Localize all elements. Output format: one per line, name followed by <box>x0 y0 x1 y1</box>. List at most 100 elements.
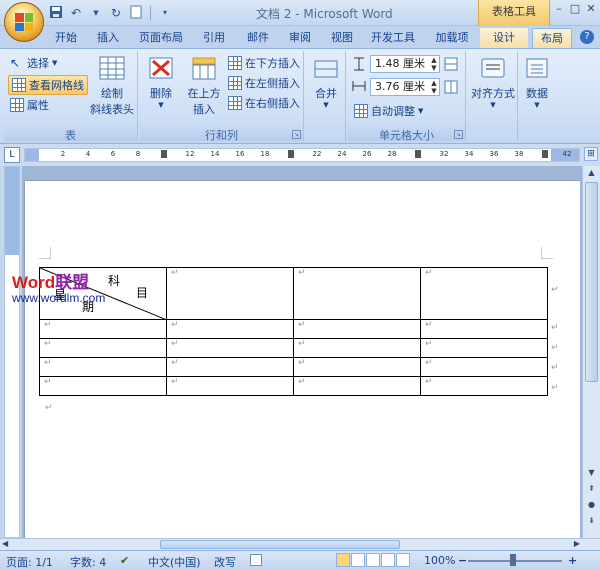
properties-button[interactable]: 属性 <box>10 97 49 113</box>
zoom-out-icon[interactable]: − <box>458 554 467 567</box>
draft-view-icon[interactable] <box>396 553 410 567</box>
scroll-thumb[interactable] <box>585 182 598 382</box>
tab-developer[interactable]: 开发工具 <box>366 28 420 48</box>
table-cell[interactable]: ↵ <box>293 319 421 339</box>
scroll-left-icon[interactable]: ◀ <box>2 539 8 548</box>
next-page-icon[interactable]: ⇟ <box>585 516 598 528</box>
data-button[interactable]: 数据 ▼ <box>520 55 554 109</box>
table-cell[interactable]: ↵ <box>166 376 294 396</box>
tab-page-layout[interactable]: 页面布局 <box>134 28 188 48</box>
tab-references[interactable]: 引用 <box>198 28 230 48</box>
delete-button[interactable]: 删除 ▼ <box>142 55 180 109</box>
zoom-level[interactable]: 100% <box>424 554 455 567</box>
spinner-arrows-icon[interactable]: ▲ ▼ <box>429 56 439 72</box>
row-height-input[interactable]: 1.48 厘米 ▲ ▼ <box>370 55 440 73</box>
web-layout-icon[interactable] <box>366 553 380 567</box>
vertical-ruler[interactable] <box>4 166 20 538</box>
table-cell[interactable]: ↵ <box>166 338 294 358</box>
table-cell[interactable]: ↵ <box>293 376 421 396</box>
print-layout-icon[interactable] <box>336 553 350 567</box>
word-count[interactable]: 字数: 4 <box>70 554 106 570</box>
table-cell[interactable]: ↵ <box>293 267 421 320</box>
scroll-down-icon[interactable]: ▼ <box>585 468 598 480</box>
undo-icon[interactable]: ↶ <box>68 5 84 21</box>
column-width-input[interactable]: 3.76 厘米 ▲ ▼ <box>370 78 440 96</box>
insert-below-button[interactable]: 在下方插入 <box>228 55 300 71</box>
spinner-arrows-icon[interactable]: ▲ ▼ <box>429 79 439 95</box>
dropdown-arrow-icon[interactable]: ▼ <box>88 5 104 21</box>
tab-insert[interactable]: 插入 <box>92 28 124 48</box>
table-cell[interactable]: ↵ <box>420 357 548 377</box>
scroll-up-icon[interactable]: ▲ <box>585 168 598 180</box>
table-cell[interactable]: ↵ <box>420 267 548 320</box>
horizontal-ruler[interactable]: 2 4 6 8 12 14 16 18 22 24 26 28 32 34 36… <box>24 148 580 162</box>
office-button[interactable] <box>4 2 44 42</box>
tab-addins[interactable]: 加载项 <box>430 28 474 48</box>
page-indicator[interactable]: 页面: 1/1 <box>6 554 53 570</box>
help-icon[interactable]: ? <box>580 30 594 44</box>
table-cell[interactable]: ↵ <box>420 338 548 358</box>
tab-mailings[interactable]: 邮件 <box>242 28 274 48</box>
distribute-rows-icon[interactable] <box>444 57 458 71</box>
table-cell[interactable]: ↵ <box>420 319 548 339</box>
table-cell[interactable]: ↵ <box>39 338 167 358</box>
dialog-launcher-icon[interactable]: ↘ <box>292 130 301 139</box>
view-gridlines-button[interactable]: 查看网格线 <box>8 75 88 95</box>
close-icon[interactable]: ✕ <box>584 2 598 16</box>
language-indicator[interactable]: 中文(中国) <box>148 554 201 570</box>
alignment-button[interactable]: 对齐方式 ▼ <box>468 55 518 109</box>
tab-selector-icon[interactable]: L <box>4 147 20 163</box>
column-marker[interactable] <box>161 150 167 158</box>
scroll-thumb[interactable] <box>160 540 400 549</box>
table-cell[interactable]: ↵ <box>166 357 294 377</box>
previous-page-icon[interactable]: ⇞ <box>585 484 598 496</box>
full-screen-reading-icon[interactable] <box>351 553 365 567</box>
outline-view-icon[interactable] <box>381 553 395 567</box>
customize-qat-icon[interactable]: ▾ <box>157 5 173 21</box>
proofing-icon[interactable]: ✔ <box>120 554 129 567</box>
insert-left-button[interactable]: 在左侧插入 <box>228 75 300 91</box>
table-cell[interactable]: ↵ <box>39 357 167 377</box>
insert-right-button[interactable]: 在右侧插入 <box>228 95 300 111</box>
ruler-tick: 6 <box>110 150 116 158</box>
table-cell[interactable]: ↵ <box>420 376 548 396</box>
tab-view[interactable]: 视图 <box>326 28 358 48</box>
tab-home[interactable]: 开始 <box>50 28 82 48</box>
select-button[interactable]: ↖ 选择 ▼ <box>10 55 57 71</box>
vertical-scrollbar[interactable]: ▲ ▼ ⇞ ● ⇟ <box>582 166 600 538</box>
document-area[interactable]: 科 目 星 期 ↵ ↵ ↵ ↵ ↵ ↵ ↵ ↵ ↵ ↵ ↵ ↵ ↵ ↵ ↵ ↵ … <box>22 166 582 538</box>
table-cell[interactable]: ↵ <box>166 319 294 339</box>
draw-diagonal-header-button[interactable]: 绘制 斜线表头 <box>88 55 136 117</box>
table-cell[interactable]: ↵ <box>293 338 421 358</box>
merge-button[interactable]: 合并 ▼ <box>308 55 344 109</box>
distribute-columns-icon[interactable] <box>444 80 458 94</box>
dialog-launcher-icon[interactable]: ↘ <box>454 130 463 139</box>
minimize-icon[interactable]: – <box>552 2 566 16</box>
new-doc-icon[interactable] <box>128 5 144 21</box>
autofit-button[interactable]: 自动调整 ▼ <box>354 103 423 119</box>
table-cell[interactable]: ↵ <box>39 319 167 339</box>
document-table[interactable]: 科 目 星 期 ↵ ↵ ↵ ↵ ↵ ↵ ↵ ↵ ↵ ↵ ↵ ↵ ↵ ↵ ↵ ↵ … <box>39 267 548 396</box>
column-marker[interactable] <box>288 150 294 158</box>
scroll-right-icon[interactable]: ▶ <box>574 539 580 548</box>
table-cell[interactable]: ↵ <box>293 357 421 377</box>
ruler-toggle-icon[interactable]: ⊞ <box>584 147 598 161</box>
tab-layout[interactable]: 布局 <box>532 28 572 48</box>
zoom-slider-thumb[interactable] <box>510 554 516 566</box>
overtype-mode[interactable]: 改写 <box>214 554 236 570</box>
tab-design[interactable]: 设计 <box>480 28 528 48</box>
column-marker[interactable] <box>415 150 421 158</box>
horizontal-scrollbar[interactable]: ◀ ▶ <box>0 538 600 550</box>
save-icon[interactable] <box>48 5 64 21</box>
browse-object-icon[interactable]: ● <box>585 500 598 512</box>
maximize-icon[interactable]: □ <box>568 2 582 16</box>
tab-review[interactable]: 审阅 <box>284 28 316 48</box>
insert-above-button[interactable]: 在上方 插入 <box>184 55 224 117</box>
page[interactable]: 科 目 星 期 ↵ ↵ ↵ ↵ ↵ ↵ ↵ ↵ ↵ ↵ ↵ ↵ ↵ ↵ ↵ ↵ … <box>24 180 580 538</box>
macro-record-icon[interactable] <box>250 554 262 566</box>
column-marker[interactable] <box>542 150 548 158</box>
table-cell[interactable]: ↵ <box>166 267 294 320</box>
zoom-in-icon[interactable]: + <box>568 554 577 567</box>
redo-icon[interactable]: ↻ <box>108 5 124 21</box>
table-cell[interactable]: ↵ <box>39 376 167 396</box>
